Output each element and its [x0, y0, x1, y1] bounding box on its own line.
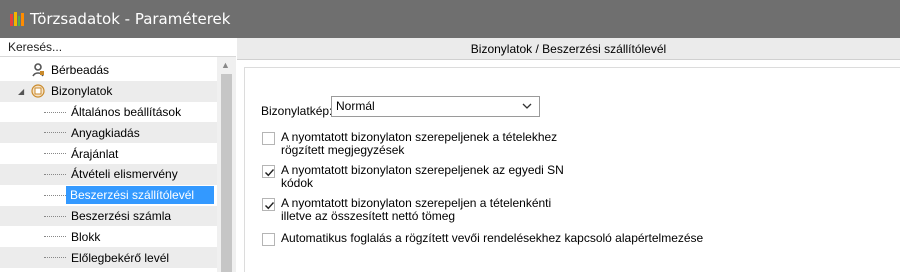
- documents-icon: [31, 84, 45, 98]
- tree-connector: [44, 215, 66, 217]
- tree-item-blokk[interactable]: Blokk: [0, 226, 217, 247]
- scroll-thumb[interactable]: [221, 74, 232, 272]
- checkbox-sn-kodok[interactable]: [262, 165, 275, 178]
- check-icon: [265, 169, 275, 177]
- tree-item-beszerzesi-szamla[interactable]: Beszerzési számla: [0, 205, 217, 227]
- tree-connector: [44, 194, 66, 196]
- check-icon: [265, 202, 275, 210]
- tree-connector: [44, 153, 66, 155]
- tree-item-anyagkiadas[interactable]: Anyagkiadás: [0, 122, 217, 144]
- tree-connector: [44, 111, 66, 113]
- checkbox-automatikus-foglalas[interactable]: [262, 233, 275, 246]
- app-icon: [10, 12, 24, 26]
- tree-item-arajanlat[interactable]: Árajánlat: [0, 143, 217, 164]
- checkbox-row-sn-kodok[interactable]: A nyomtatott bizonylaton szerepeljenek a…: [262, 164, 564, 190]
- tree-connector: [44, 173, 66, 175]
- expand-arrow-icon[interactable]: ◢: [18, 87, 24, 96]
- checkbox-netto-tomeg[interactable]: [262, 198, 275, 211]
- tree-item-eloleg-bekero-level[interactable]: Előlegbekérő levél: [0, 247, 217, 268]
- checkbox-label: Automatikus foglalás a rögzített vevői r…: [281, 231, 704, 245]
- tree-item-label: Előlegbekérő levél: [71, 250, 170, 265]
- checkbox-row-automatikus-foglalas[interactable]: Automatikus foglalás a rögzített vevői r…: [262, 232, 703, 246]
- tree-scrollbar[interactable]: ▲: [217, 57, 236, 272]
- key-icon: [32, 63, 44, 77]
- tree-item-beszerzesi-szallitolevel[interactable]: Beszerzési szállítólevél: [0, 185, 217, 206]
- checkbox-megjegyzesek[interactable]: [262, 132, 275, 145]
- settings-panel: Bizonylatkép: Normál A nyomtatott bizony…: [244, 67, 900, 272]
- doc-image-label: Bizonylatkép:: [261, 104, 333, 118]
- tree-item-label: Anyagkiadás: [71, 125, 140, 140]
- checkbox-label: A nyomtatott bizonylaton szerepeljen a t…: [281, 196, 552, 223]
- tree-item-bizonylatok[interactable]: ◢ Bizonylatok: [0, 80, 217, 102]
- tree-item-label: Blokk: [71, 229, 101, 244]
- tree-item-label: Bérbeadás: [51, 63, 110, 78]
- chevron-down-icon: [522, 103, 532, 109]
- title-bar: Törzsadatok - Paraméterek: [0, 0, 900, 38]
- checkbox-label: A nyomtatott bizonylaton szerepeljenek a…: [281, 130, 558, 157]
- tree-connector: [44, 257, 66, 259]
- checkbox-row-megjegyzesek[interactable]: A nyomtatott bizonylaton szerepeljenek a…: [262, 131, 557, 157]
- doc-image-value: Normál: [336, 99, 375, 113]
- checkbox-row-netto-tomeg[interactable]: A nyomtatott bizonylaton szerepeljen a t…: [262, 197, 551, 223]
- tree-connector: [44, 132, 66, 134]
- checkbox-label: A nyomtatott bizonylaton szerepeljenek a…: [281, 163, 564, 190]
- window-title: Törzsadatok - Paraméterek: [30, 10, 231, 28]
- tree-item-label: Átvételi elismervény: [71, 167, 178, 182]
- scroll-up-icon[interactable]: ▲: [221, 60, 230, 70]
- tree-item-altalanos-beallitasok[interactable]: Általános beállítások: [0, 102, 217, 123]
- tree-item-label: Beszerzési számla: [71, 208, 172, 223]
- panel-header: Bizonylatok / Beszerzési szállítólevél: [237, 38, 900, 60]
- tree-item-label: Beszerzési szállítólevél: [66, 186, 214, 205]
- tree-item-label: Általános beállítások: [71, 104, 182, 119]
- doc-image-select[interactable]: Normál: [331, 96, 540, 117]
- search-input[interactable]: Keresés...: [0, 38, 236, 57]
- tree-item-berbeadas[interactable]: Bérbeadás: [0, 60, 217, 81]
- tree-item-label: Árajánlat: [71, 146, 119, 161]
- navigation-tree: Bérbeadás ◢ Bizonylatok Általános beállí…: [0, 57, 236, 272]
- tree-connector: [44, 236, 66, 238]
- tree-item-label: Bizonylatok: [51, 84, 113, 99]
- tree-item-atveteli-elismerveny[interactable]: Átvételi elismervény: [0, 163, 217, 185]
